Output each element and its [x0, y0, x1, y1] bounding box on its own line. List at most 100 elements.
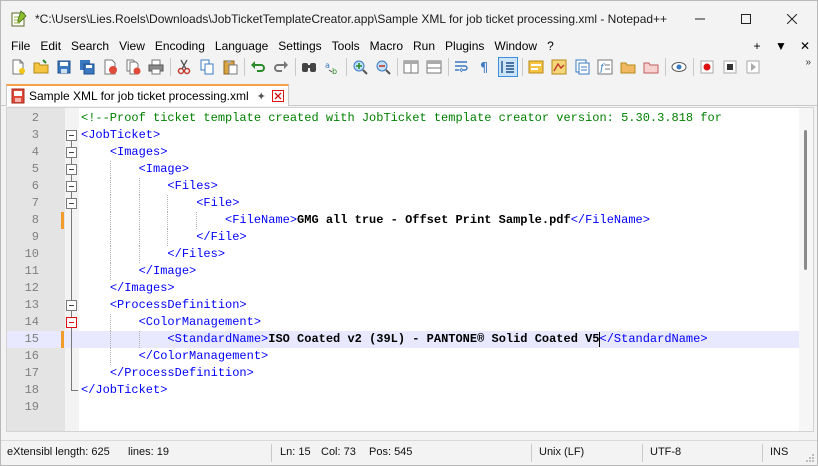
menu-run[interactable]: Run [408, 37, 440, 55]
editor-line[interactable]: 17 </ProcessDefinition> [7, 365, 807, 382]
fold-toggle-icon[interactable] [66, 130, 77, 141]
menu-language[interactable]: Language [210, 37, 273, 55]
word-wrap-icon[interactable] [452, 57, 472, 77]
record-macro-icon[interactable] [697, 57, 717, 77]
new-tab-button[interactable]: + [745, 37, 769, 55]
find-icon[interactable] [299, 57, 319, 77]
menu-search[interactable]: Search [66, 37, 114, 55]
function-list-icon[interactable]: f [595, 57, 615, 77]
text-editor[interactable]: 2 <!--Proof ticket template created with … [6, 107, 814, 432]
stop-record-icon[interactable] [720, 57, 740, 77]
line-number: 17 [24, 366, 39, 380]
menu-edit[interactable]: Edit [35, 37, 66, 55]
menu-help[interactable]: ? [542, 37, 559, 55]
editor-line[interactable]: 7 <File> [7, 195, 807, 212]
editor-line[interactable]: 11 </Image> [7, 263, 807, 280]
menu-plugins[interactable]: Plugins [440, 37, 489, 55]
editor-line[interactable]: 14 <ColorManagement> [7, 314, 807, 331]
editor-line[interactable]: 18 </JobTicket> [7, 382, 807, 399]
title-bar[interactable]: *C:\Users\Lies.Roels\Downloads\JobTicket… [1, 1, 817, 37]
menu-file[interactable]: File [6, 37, 35, 55]
svg-text:¶: ¶ [480, 61, 488, 75]
save-all-icon[interactable] [77, 57, 97, 77]
fold-toggle-icon[interactable] [66, 300, 77, 311]
editor-line[interactable]: 2 <!--Proof ticket template created with … [7, 110, 807, 127]
close-window-button[interactable] [769, 1, 815, 37]
save-icon[interactable] [54, 57, 74, 77]
fold-line [71, 365, 72, 382]
editor-line[interactable]: 19 [7, 399, 807, 416]
sync-vertical-icon[interactable] [401, 57, 421, 77]
folder-workspace-icon[interactable] [618, 57, 638, 77]
pin-icon[interactable]: ✦ [257, 90, 266, 103]
resize-grip-icon[interactable] [805, 453, 815, 463]
play-macro-icon[interactable] [743, 57, 763, 77]
replace-icon[interactable]: ab [322, 57, 342, 77]
monitoring-icon[interactable] [669, 57, 689, 77]
editor-line[interactable]: 5 <Image> [7, 161, 807, 178]
folder-as-workspace-icon[interactable] [641, 57, 661, 77]
fold-toggle-icon[interactable] [66, 198, 77, 209]
print-icon[interactable] [146, 57, 166, 77]
status-encoding[interactable]: UTF-8 [650, 441, 681, 466]
new-file-icon[interactable] [8, 57, 28, 77]
status-insert-mode[interactable]: INS [770, 441, 788, 466]
editor-line[interactable]: 4 <Images> [7, 144, 807, 161]
open-file-icon[interactable] [31, 57, 51, 77]
status-eol[interactable]: Unix (LF) [539, 441, 584, 466]
menu-encoding[interactable]: Encoding [150, 37, 210, 55]
toolbar-overflow-icon[interactable]: » [805, 57, 811, 68]
fold-toggle-icon[interactable] [66, 317, 77, 328]
fold-toggle-icon[interactable] [66, 147, 77, 158]
editor-line[interactable]: 12 </Images> [7, 280, 807, 297]
menu-macro[interactable]: Macro [365, 37, 408, 55]
xml-tag: <ProcessDefinition> [109, 298, 247, 312]
editor-line[interactable]: 13 <ProcessDefinition> [7, 297, 807, 314]
xml-text [81, 264, 139, 278]
tab-list-button[interactable]: ▼ [769, 37, 793, 55]
document-list-icon[interactable] [572, 57, 592, 77]
close-tab-button[interactable]: ✕ [793, 37, 817, 55]
status-doc-type: eXtensibl length: 625 [7, 446, 110, 458]
xml-text: ISO Coated v2 (39L) - PANTONE® Solid Coa… [268, 332, 600, 346]
close-all-icon[interactable] [123, 57, 143, 77]
toolbar-separator [448, 58, 449, 76]
editor-line[interactable]: 8 <FileName>GMG all true - Offset Print … [7, 212, 807, 229]
close-file-icon[interactable] [100, 57, 120, 77]
sync-horizontal-icon[interactable] [424, 57, 444, 77]
show-all-chars-icon[interactable]: ¶ [475, 57, 495, 77]
menu-window[interactable]: Window [489, 37, 542, 55]
paste-icon[interactable] [220, 57, 240, 77]
maximize-button[interactable] [723, 1, 769, 37]
editor-line[interactable]: 3 <JobTicket> [7, 127, 807, 144]
minimize-button[interactable] [677, 1, 723, 37]
tab-sample-xml[interactable]: Sample XML for job ticket processing.xml… [6, 84, 289, 106]
undo-icon[interactable] [248, 57, 268, 77]
indent-guide-icon[interactable] [498, 57, 518, 77]
fold-toggle-icon[interactable] [66, 164, 77, 175]
zoom-in-icon[interactable] [350, 57, 370, 77]
editor-line[interactable]: 6 <Files> [7, 178, 807, 195]
redo-icon[interactable] [271, 57, 291, 77]
vertical-scrollbar[interactable] [799, 108, 813, 431]
fold-toggle-icon[interactable] [66, 181, 77, 192]
close-tab-icon[interactable] [271, 90, 284, 102]
xml-tag: </Image> [138, 264, 197, 278]
menu-settings[interactable]: Settings [273, 37, 326, 55]
editor-line[interactable]: 9 </File> [7, 229, 807, 246]
editor-line[interactable]: 15 <StandardName>ISO Coated v2 (39L) - P… [7, 331, 807, 348]
document-map-icon[interactable] [549, 57, 569, 77]
scrollbar-thumb[interactable] [804, 130, 807, 270]
define-language-icon[interactable] [526, 57, 546, 77]
menu-view[interactable]: View [114, 37, 150, 55]
xml-tag: <Files> [167, 179, 218, 193]
line-text: </JobTicket> [81, 382, 167, 399]
editor-line[interactable]: 10 </Files> [7, 246, 807, 263]
menu-tools[interactable]: Tools [327, 37, 365, 55]
copy-icon[interactable] [197, 57, 217, 77]
zoom-out-icon[interactable] [373, 57, 393, 77]
editor-line[interactable]: 16 </ColorManagement> [7, 348, 807, 365]
cut-icon[interactable] [174, 57, 194, 77]
line-number: 11 [24, 264, 39, 278]
line-number: 5 [31, 162, 39, 176]
